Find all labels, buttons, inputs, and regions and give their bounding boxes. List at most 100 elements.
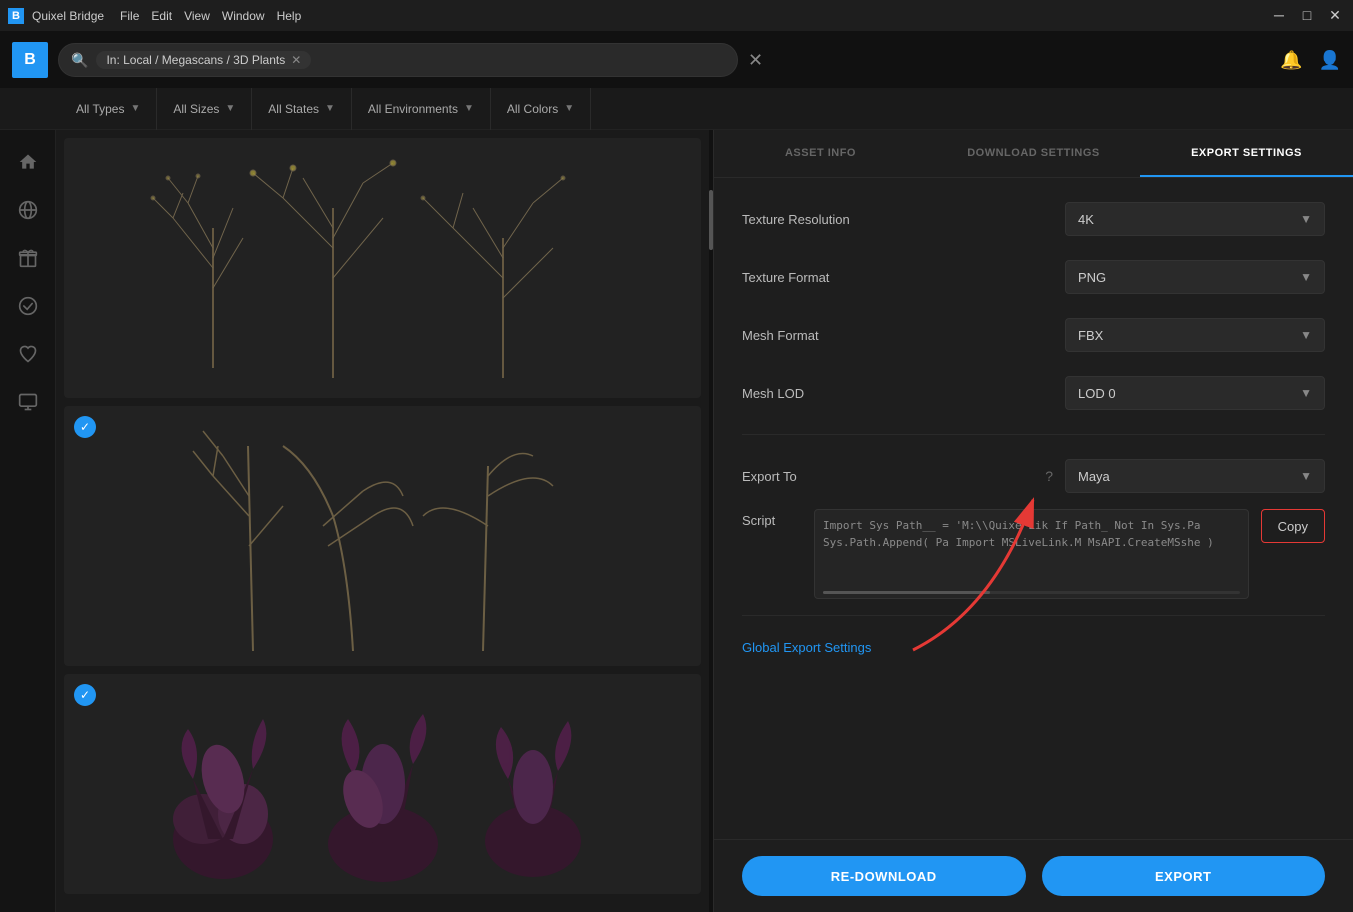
texture-format-value: PNG [1078, 270, 1106, 285]
texture-format-label: Texture Format [742, 270, 1065, 285]
filter-states[interactable]: All States ▼ [252, 88, 352, 130]
filter-sizes-label: All Sizes [173, 102, 219, 116]
dropdown-arrow-icon: ▼ [1300, 469, 1312, 483]
mesh-format-value: FBX [1078, 328, 1103, 343]
script-label: Script [742, 509, 802, 528]
maximize-button[interactable]: □ [1297, 7, 1317, 24]
notifications-icon[interactable]: 🔔 [1280, 50, 1302, 71]
filter-environments-arrow: ▼ [464, 103, 474, 114]
script-content-box: Import Sys Path__ = 'M:\\Quixe Lik If Pa… [814, 509, 1249, 599]
mesh-lod-row: Mesh LOD LOD 0 ▼ [742, 376, 1325, 410]
asset-thumbnail [64, 406, 701, 666]
filter-sizes-arrow: ▼ [225, 103, 235, 114]
list-item[interactable]: ✓ [64, 674, 701, 894]
filter-colors-label: All Colors [507, 102, 558, 116]
filter-states-label: All States [268, 102, 319, 116]
help-icon[interactable]: ? [1045, 468, 1053, 484]
filter-colors-arrow: ▼ [564, 103, 574, 114]
mesh-format-row: Mesh Format FBX ▼ [742, 318, 1325, 352]
copy-button[interactable]: Copy [1261, 509, 1325, 543]
tab-download-settings[interactable]: DOWNLOAD SETTINGS [927, 130, 1140, 177]
sidebar-item-gift[interactable] [8, 238, 48, 278]
texture-format-row: Texture Format PNG ▼ [742, 260, 1325, 294]
script-scrollbar-thumb[interactable] [823, 591, 990, 594]
export-to-row: Export To ? Maya ▼ [742, 459, 1325, 493]
panel-actions: RE-DOWNLOAD EXPORT [714, 839, 1353, 912]
close-button[interactable]: ✕ [1325, 7, 1345, 24]
filter-states-arrow: ▼ [325, 103, 335, 114]
sidebar-item-check-circle[interactable] [8, 286, 48, 326]
texture-resolution-value: 4K [1078, 212, 1094, 227]
titlebar: B Quixel Bridge File Edit View Window He… [0, 0, 1353, 32]
dropdown-arrow-icon: ▼ [1300, 270, 1312, 284]
export-to-dropdown[interactable]: Maya ▼ [1065, 459, 1325, 493]
texture-resolution-dropdown[interactable]: 4K ▼ [1065, 202, 1325, 236]
app-icon: B [8, 8, 24, 24]
main-area: ✓ [0, 130, 1353, 912]
section-divider [742, 434, 1325, 435]
right-panel: ASSET INFO DOWNLOAD SETTINGS EXPORT SETT… [713, 130, 1353, 912]
dropdown-arrow-icon: ▼ [1300, 212, 1312, 226]
selected-badge: ✓ [74, 684, 96, 706]
sidebar-item-globe[interactable] [8, 190, 48, 230]
search-tag[interactable]: In: Local / Megascans / 3D Plants ✕ [96, 51, 311, 69]
menu-help[interactable]: Help [277, 9, 302, 23]
menu-edit[interactable]: Edit [151, 9, 172, 23]
selected-badge: ✓ [74, 416, 96, 438]
filter-sizes[interactable]: All Sizes ▼ [157, 88, 252, 130]
header: B 🔍 In: Local / Megascans / 3D Plants ✕ … [0, 32, 1353, 88]
export-to-label: Export To [742, 469, 1045, 484]
sidebar-item-home[interactable] [8, 142, 48, 182]
export-button[interactable]: EXPORT [1042, 856, 1326, 896]
export-to-value: Maya [1078, 469, 1110, 484]
header-right: 🔔 👤 [1280, 50, 1341, 71]
redownload-button[interactable]: RE-DOWNLOAD [742, 856, 1026, 896]
filter-environments[interactable]: All Environments ▼ [352, 88, 491, 130]
mesh-lod-dropdown[interactable]: LOD 0 ▼ [1065, 376, 1325, 410]
section-divider-2 [742, 615, 1325, 616]
search-icon: 🔍 [71, 52, 88, 69]
script-scrollbar[interactable] [823, 591, 1240, 594]
mesh-format-dropdown[interactable]: FBX ▼ [1065, 318, 1325, 352]
menu-view[interactable]: View [184, 9, 210, 23]
sidebar-item-heart[interactable] [8, 334, 48, 374]
search-tag-text: In: Local / Megascans / 3D Plants [106, 53, 285, 67]
minimize-button[interactable]: ─ [1269, 7, 1289, 24]
list-item[interactable]: ✓ [64, 406, 701, 666]
mesh-lod-label: Mesh LOD [742, 386, 1065, 401]
texture-format-dropdown[interactable]: PNG ▼ [1065, 260, 1325, 294]
dropdown-arrow-icon: ▼ [1300, 328, 1312, 342]
app-title: Quixel Bridge [32, 9, 104, 23]
tab-export-settings[interactable]: EXPORT SETTINGS [1140, 130, 1353, 177]
list-item[interactable] [64, 138, 701, 398]
menu-window[interactable]: Window [222, 9, 265, 23]
window-controls: ─ □ ✕ [1269, 7, 1345, 24]
mesh-lod-value: LOD 0 [1078, 386, 1116, 401]
filter-types-arrow: ▼ [130, 103, 140, 114]
asset-thumbnail [64, 674, 701, 894]
asset-grid[interactable]: ✓ [56, 130, 709, 912]
menu-file[interactable]: File [120, 9, 139, 23]
dropdown-arrow-icon: ▼ [1300, 386, 1312, 400]
search-bar[interactable]: 🔍 In: Local / Megascans / 3D Plants ✕ [58, 43, 738, 77]
filter-types-label: All Types [76, 102, 124, 116]
global-export-link[interactable]: Global Export Settings [742, 640, 1325, 655]
sidebar [0, 130, 56, 912]
filter-colors[interactable]: All Colors ▼ [491, 88, 591, 130]
filter-types[interactable]: All Types ▼ [76, 88, 157, 130]
filter-bar: All Types ▼ All Sizes ▼ All States ▼ All… [0, 88, 1353, 130]
texture-resolution-label: Texture Resolution [742, 212, 1065, 227]
menu-bar: File Edit View Window Help [120, 9, 301, 23]
script-content: Import Sys Path__ = 'M:\\Quixe Lik If Pa… [823, 518, 1240, 551]
search-tag-close[interactable]: ✕ [291, 53, 301, 67]
profile-icon[interactable]: 👤 [1319, 50, 1341, 71]
logo-button[interactable]: B [12, 42, 48, 78]
sidebar-item-monitor[interactable] [8, 382, 48, 422]
search-clear-icon[interactable]: ✕ [748, 50, 763, 71]
mesh-format-label: Mesh Format [742, 328, 1065, 343]
filter-environments-label: All Environments [368, 102, 458, 116]
panel-tabs: ASSET INFO DOWNLOAD SETTINGS EXPORT SETT… [714, 130, 1353, 178]
texture-resolution-row: Texture Resolution 4K ▼ [742, 202, 1325, 236]
panel-content: Texture Resolution 4K ▼ Texture Format P… [714, 178, 1353, 839]
tab-asset-info[interactable]: ASSET INFO [714, 130, 927, 177]
